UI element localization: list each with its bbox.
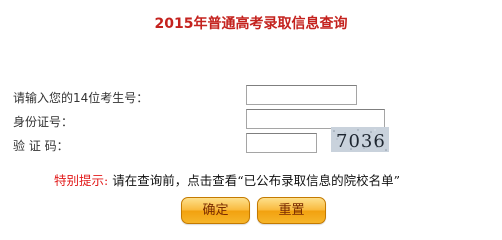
captcha-input[interactable] xyxy=(246,133,317,153)
notice-hint: 特别提示: xyxy=(54,173,109,188)
id-card-input[interactable] xyxy=(246,109,385,129)
exam-number-input[interactable] xyxy=(246,85,357,105)
reset-button[interactable]: 重置 xyxy=(257,197,326,224)
notice-message: 请在查询前，点击查看“已公布录取信息的院校名单” xyxy=(108,173,400,188)
captcha-image[interactable]: 7036 xyxy=(331,127,389,152)
exam-number-label: 请输入您的14位考生号： xyxy=(13,91,149,105)
confirm-button[interactable]: 确定 xyxy=(181,197,250,224)
notice: 特别提示: 请在查询前，点击查看“已公布录取信息的院校名单” xyxy=(54,170,400,189)
page-title: 2015年普通高考录取信息查询 xyxy=(154,16,348,32)
id-card-label: 身份证号： xyxy=(13,115,74,129)
captcha-label: 验 证 码： xyxy=(13,139,69,153)
captcha-text: 7036 xyxy=(336,131,386,152)
